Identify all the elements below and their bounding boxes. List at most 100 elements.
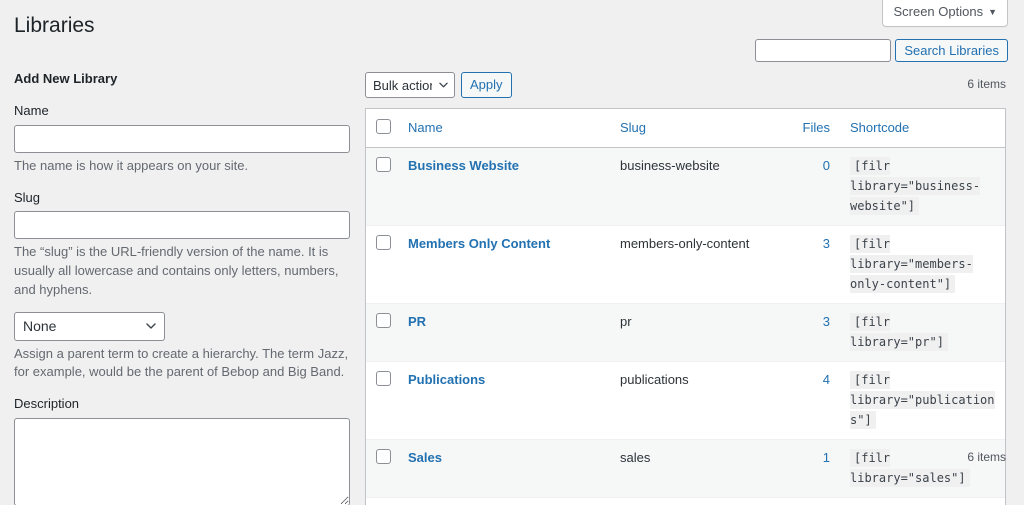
search-libraries-button[interactable]: Search Libraries [895, 39, 1008, 62]
cell-slug: business-website [610, 147, 782, 225]
column-header-slug[interactable]: Slug [610, 109, 782, 148]
description-textarea[interactable] [14, 417, 350, 505]
name-label: Name [14, 103, 49, 119]
column-header-name[interactable]: Name [398, 109, 610, 148]
shortcode-text: [filr library="pr"] [850, 312, 948, 352]
table-row: Sales sales 1 [filr library="sales"] [366, 438, 1005, 497]
cell-slug: social-media [610, 496, 782, 505]
files-count-link[interactable]: 3 [823, 314, 830, 329]
cell-name: Sales [398, 438, 610, 497]
row-select-cell [366, 360, 398, 439]
cell-name: Publications [398, 360, 610, 439]
cell-shortcode: [filr library="publications"] [840, 360, 1005, 439]
field-name: Name The name is how it appears on your … [14, 101, 350, 175]
items-count-bottom: 6 items [967, 450, 1006, 464]
cell-shortcode: [filr library="members-only-content"] [840, 224, 1005, 303]
slug-label: Slug [14, 189, 41, 205]
cell-shortcode: [filr library="pr"] [840, 302, 1005, 361]
shortcode-text: [filr library="members-only-content"] [850, 234, 973, 294]
page-title: Libraries [14, 14, 95, 37]
shortcode-text: [filr library="business-website"] [850, 156, 981, 216]
files-count-link[interactable]: 1 [823, 450, 830, 465]
tablenav-top: Bulk actions Apply [365, 70, 1006, 100]
table-row: Social Mediasocial-media3[filr library="… [366, 496, 1005, 505]
cell-files: 3 [782, 302, 840, 361]
admin-page: Screen Options ▼ Libraries Search Librari… [0, 0, 1024, 505]
cell-files: 0 [782, 147, 840, 225]
table-row: Publications publications 4 [filr library="… [366, 360, 1005, 439]
slug-input[interactable] [14, 211, 350, 240]
library-slug-text: members-only-content [620, 235, 750, 251]
library-slug-text: publications [620, 371, 689, 387]
parent-help-text: Assign a parent term to create a hierarc… [14, 345, 349, 380]
library-name-link[interactable]: Members Only Content [408, 236, 550, 251]
cell-name: Social Media [398, 496, 610, 505]
cell-files: 3 [782, 224, 840, 303]
cell-name: PR [398, 302, 610, 361]
parent-select-wrap: None [14, 311, 165, 341]
name-input[interactable] [14, 124, 350, 153]
cell-slug: publications [610, 360, 782, 439]
cell-files: 1 [782, 438, 840, 497]
description-label: Description [14, 396, 80, 412]
add-new-library-form: Add New Library Name The name is how it … [14, 70, 350, 505]
screen-options-toggle[interactable]: Screen Options ▼ [882, 0, 1008, 27]
cell-shortcode: [filr library="business-website"] [840, 147, 1005, 225]
cell-name: Members Only Content [398, 224, 610, 303]
form-heading: Add New Library [14, 71, 118, 86]
files-count-link[interactable]: 3 [823, 236, 830, 251]
cell-name: Business Website [398, 147, 610, 225]
table-header-row: Name Slug Files Shortcode [366, 109, 1005, 148]
row-select-cell [366, 438, 398, 497]
select-all-checkbox-top[interactable] [376, 119, 391, 134]
select-all-header [366, 109, 398, 148]
files-count-link[interactable]: 0 [823, 158, 830, 173]
row-select-cell [366, 147, 398, 225]
cell-slug: members-only-content [610, 224, 782, 303]
table-head: Name Slug Files Shortcode [366, 109, 1005, 148]
search-input[interactable] [755, 39, 892, 62]
table-row: Business Website business-website 0 [filr l… [366, 147, 1005, 225]
row-checkbox[interactable] [376, 234, 391, 250]
table-row: Members Only Content members-only-content… [366, 224, 1005, 303]
row-checkbox[interactable] [376, 370, 391, 386]
cell-shortcode: [filr library="social-media"] [840, 496, 1005, 505]
library-slug-text: sales [620, 449, 651, 465]
library-slug-text: pr [620, 313, 632, 329]
chevron-down-icon: ▼ [988, 7, 997, 17]
field-slug: Slug The “slug” is the URL-friendly vers… [14, 188, 350, 300]
column-header-shortcode[interactable]: Shortcode [840, 109, 1005, 148]
row-checkbox[interactable] [376, 156, 391, 172]
bulk-actions-select-top[interactable]: Bulk actions [365, 72, 455, 98]
apply-button-top[interactable]: Apply [461, 72, 512, 98]
library-name-link[interactable]: Publications [408, 372, 485, 387]
parent-select[interactable]: None [14, 311, 165, 341]
search-box: Search Libraries [755, 39, 1008, 62]
field-description: Description The description is not promi… [14, 394, 350, 505]
cell-files: 3 [782, 496, 840, 505]
row-checkbox[interactable] [376, 312, 391, 328]
table-row: PR pr 3 [filr library="pr"] [366, 302, 1005, 361]
libraries-list: Bulk actions Apply Name Slug Files Short… [365, 70, 1006, 505]
bulk-actions-select-wrap-top: Bulk actions [365, 72, 455, 98]
screen-options-label: Screen Options [893, 4, 984, 19]
table-body: Business Website business-website 0 [filr l… [366, 147, 1005, 505]
library-name-link[interactable]: Sales [408, 450, 442, 465]
cell-shortcode: [filr library="sales"] [840, 438, 1005, 497]
cell-slug: pr [610, 302, 782, 361]
name-help-text: The name is how it appears on your site. [14, 157, 249, 173]
shortcode-text: [filr library="publications"] [850, 370, 995, 430]
cell-slug: sales [610, 438, 782, 497]
files-count-link[interactable]: 4 [823, 372, 830, 387]
library-name-link[interactable]: Business Website [408, 158, 519, 173]
libraries-table: Name Slug Files Shortcode Business Websi… [365, 108, 1006, 505]
column-header-files[interactable]: Files [782, 109, 840, 148]
library-name-link[interactable]: PR [408, 314, 426, 329]
cell-files: 4 [782, 360, 840, 439]
field-parent: None Assign a parent term to create a hi… [14, 311, 350, 383]
row-select-cell [366, 302, 398, 361]
row-checkbox[interactable] [376, 448, 391, 464]
row-select-cell [366, 496, 398, 505]
library-slug-text: business-website [620, 157, 720, 173]
shortcode-text: [filr library="sales"] [850, 448, 970, 488]
